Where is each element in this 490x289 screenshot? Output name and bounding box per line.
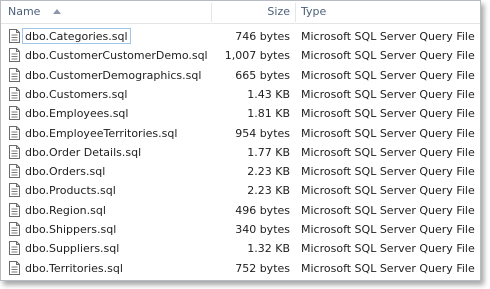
file-name: dbo.Territories.sql [25, 261, 123, 275]
sql-file-icon [9, 106, 20, 121]
file-size: 1.32 KB [247, 242, 290, 256]
file-name: dbo.Suppliers.sql [25, 242, 120, 256]
file-type: Microsoft SQL Server Query File [301, 261, 475, 275]
file-type: Microsoft SQL Server Query File [301, 203, 475, 217]
file-size: 954 bytes [235, 126, 290, 140]
file-name: dbo.Employees.sql [25, 107, 129, 121]
file-type: Microsoft SQL Server Query File [301, 87, 475, 101]
file-row[interactable]: dbo.Order Details.sql 1.77 KB Microsoft SQ… [1, 143, 480, 162]
file-name: dbo.Customers.sql [25, 87, 128, 101]
column-header-type[interactable]: Type [301, 1, 471, 23]
file-name: dbo.Region.sql [25, 203, 106, 217]
file-row[interactable]: dbo.Territories.sql 752 bytes Microsoft SQ… [1, 259, 480, 278]
sql-file-icon [9, 164, 20, 179]
file-size: 665 bytes [235, 68, 290, 82]
file-size: 746 bytes [235, 30, 290, 43]
file-row[interactable]: dbo.Employees.sql 1.81 KB Microsoft SQL Se… [1, 104, 480, 123]
sql-file-icon [9, 67, 20, 82]
file-name: dbo.CustomerDemographics.sql [25, 68, 202, 82]
file-name: dbo.Products.sql [25, 184, 116, 198]
file-type: Microsoft SQL Server Query File [301, 145, 475, 159]
column-divider[interactable] [295, 3, 296, 22]
file-size: 1.81 KB [247, 107, 290, 121]
file-row[interactable]: dbo.Products.sql 2.23 KB Microsoft SQL Ser… [1, 181, 480, 200]
file-row[interactable]: dbo.Categories.sql 746 bytes Microsoft SQL… [1, 27, 480, 46]
sql-file-icon [9, 241, 20, 256]
sql-file-icon [9, 86, 20, 101]
file-row[interactable]: dbo.Suppliers.sql 1.32 KB Microsoft SQL Se… [1, 239, 480, 258]
file-name: dbo.CustomerCustomerDemo.sql [25, 49, 208, 63]
file-row[interactable]: dbo.CustomerCustomerDemo.sql 1,007 bytes M… [1, 46, 480, 65]
file-row[interactable]: dbo.Orders.sql 2.23 KB Microsoft SQL Serve… [1, 162, 480, 181]
file-type: Microsoft SQL Server Query File [301, 126, 475, 140]
column-header-type-label: Type [301, 5, 327, 18]
file-type: Microsoft SQL Server Query File [301, 30, 475, 43]
file-name: dbo.Orders.sql [25, 165, 106, 179]
sql-file-icon [9, 183, 20, 198]
column-header-size[interactable]: Size [214, 1, 290, 23]
file-type: Microsoft SQL Server Query File [301, 184, 475, 198]
file-type: Microsoft SQL Server Query File [301, 223, 475, 236]
file-name: dbo.Order Details.sql [25, 145, 142, 159]
file-name: dbo.Shippers.sql [25, 223, 117, 236]
sql-file-icon [9, 144, 20, 159]
file-type: Microsoft SQL Server Query File [301, 68, 475, 82]
file-type: Microsoft SQL Server Query File [301, 165, 475, 179]
file-size: 2.23 KB [247, 165, 290, 179]
column-header-name[interactable]: Name [8, 1, 208, 23]
column-header-bar: Name Size Type [1, 1, 480, 24]
file-size: 1.77 KB [247, 145, 290, 159]
file-size: 2.23 KB [247, 184, 290, 198]
column-header-size-label: Size [267, 5, 290, 18]
sql-file-icon [9, 48, 20, 63]
sql-file-icon [9, 202, 20, 217]
file-row[interactable]: dbo.Shippers.sql 340 bytes Microsoft SQL S… [1, 220, 480, 239]
file-size: 496 bytes [235, 203, 290, 217]
sort-ascending-icon [53, 9, 61, 14]
sql-file-icon [9, 222, 20, 236]
file-size: 340 bytes [235, 223, 290, 236]
file-type: Microsoft SQL Server Query File [301, 49, 475, 63]
file-type: Microsoft SQL Server Query File [301, 242, 475, 256]
file-type: Microsoft SQL Server Query File [301, 107, 475, 121]
sql-file-icon [9, 125, 20, 140]
file-list-window: Name Size Type dbo.Categories.sql 746 byt… [0, 0, 481, 281]
file-row[interactable]: dbo.EmployeeTerritories.sql 954 bytes Micr… [1, 124, 480, 143]
file-row[interactable]: dbo.Region.sql 496 bytes Microsoft SQL Ser… [1, 201, 480, 220]
column-divider[interactable] [211, 3, 212, 22]
file-row[interactable]: dbo.CustomerDemographics.sql 665 bytes Mic… [1, 66, 480, 85]
file-name: dbo.Categories.sql [25, 30, 128, 43]
file-row[interactable]: dbo.Customers.sql 1.43 KB Microsoft SQL Se… [1, 85, 480, 104]
sql-file-icon [9, 260, 20, 275]
file-size: 752 bytes [235, 261, 290, 275]
sql-file-icon [9, 29, 20, 43]
file-name: dbo.EmployeeTerritories.sql [25, 126, 178, 140]
file-size: 1,007 bytes [224, 49, 290, 63]
file-size: 1.43 KB [247, 87, 290, 101]
column-header-name-label: Name [8, 5, 41, 18]
